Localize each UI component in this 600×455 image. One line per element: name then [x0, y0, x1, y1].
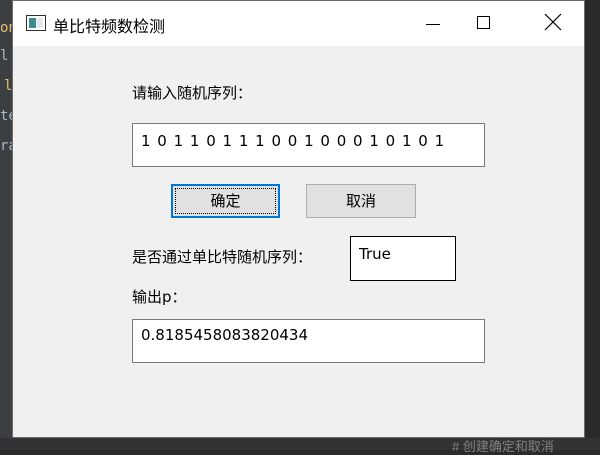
minimize-button[interactable]	[409, 1, 455, 46]
maximize-button[interactable]	[461, 1, 507, 46]
dialog-window: 单比特频数检测 请输入随机序列： 1 0 1 1 0 1 1 1 0 0 1 0…	[12, 0, 585, 438]
close-icon	[544, 13, 562, 31]
background-ide-left-panel	[0, 0, 12, 450]
sequence-input-label: 请输入随机序列：	[132, 84, 253, 102]
minimize-icon	[426, 24, 440, 25]
pass-result-label: 是否通过单比特随机序列：	[132, 248, 313, 266]
background-comment: # 创建确定和取消	[452, 439, 554, 454]
focus-rectangle	[175, 188, 276, 214]
pass-result-field[interactable]: True	[350, 236, 456, 281]
app-icon	[26, 15, 46, 31]
p-value-label: 输出p：	[132, 288, 187, 306]
maximize-icon	[477, 16, 490, 29]
ok-button[interactable]: 确定	[171, 184, 280, 218]
cancel-button[interactable]: 取消	[306, 184, 416, 218]
cancel-button-label: 取消	[345, 192, 376, 210]
p-value-field[interactable]: 0.8185458083820434	[132, 319, 485, 363]
sequence-input[interactable]: 1 0 1 1 0 1 1 1 0 0 1 0 0 0 1 0 1 0 1	[132, 123, 485, 167]
close-button[interactable]	[530, 1, 576, 46]
title-bar: 单比特频数检测	[13, 1, 584, 46]
background-ide-right	[585, 0, 600, 450]
window-title: 单比特频数检测	[53, 17, 166, 36]
